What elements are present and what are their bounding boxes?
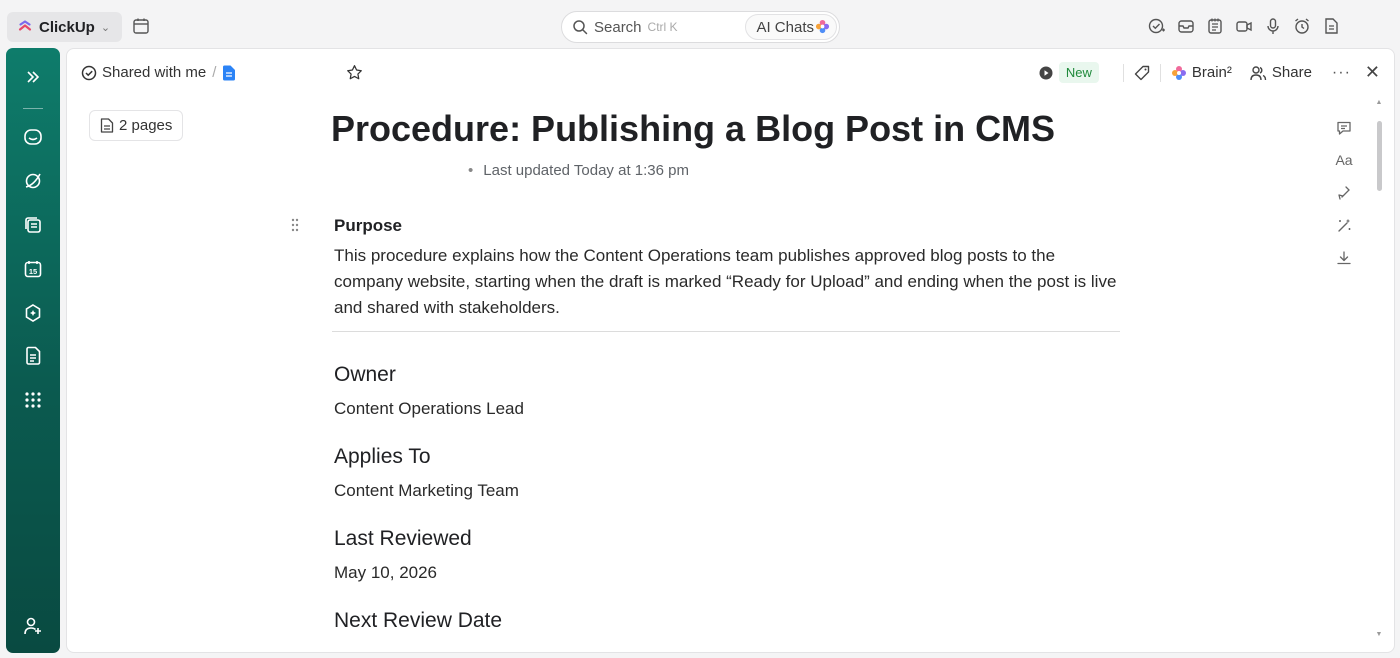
ai-sparkle-icon <box>815 19 830 34</box>
purpose-heading[interactable]: Purpose <box>334 216 402 236</box>
more-options-icon[interactable]: ··· <box>1332 64 1351 82</box>
last-updated-text: Last updated Today at 1:36 pm <box>483 162 689 179</box>
relate-arrows-icon[interactable] <box>1334 183 1354 203</box>
scrollbar-thumb[interactable] <box>1377 121 1382 191</box>
scroll-down-arrow-icon[interactable]: ▼ <box>1375 631 1383 638</box>
inbox-tray-icon[interactable] <box>1177 17 1195 35</box>
last-reviewed-value[interactable]: May 10, 2026 <box>334 563 437 583</box>
section-divider <box>332 331 1120 332</box>
next-review-heading[interactable]: Next Review Date <box>334 609 502 633</box>
breadcrumb-separator: / <box>212 64 217 81</box>
last-reviewed-heading[interactable]: Last Reviewed <box>334 527 472 551</box>
star-favorite-icon[interactable] <box>346 64 363 81</box>
document-icon[interactable] <box>1322 17 1340 35</box>
font-style-icon[interactable]: Aa <box>1334 150 1354 170</box>
calendar-15-icon[interactable]: 15 <box>21 257 45 281</box>
header-divider <box>1122 63 1124 82</box>
left-rail: 15 <box>6 48 60 653</box>
brain-button[interactable]: Brain² <box>1171 64 1232 81</box>
docs-hub-icon[interactable] <box>21 213 45 237</box>
breadcrumb-shared-with-me[interactable]: Shared with me <box>102 64 206 81</box>
doc-title[interactable]: Procedure: Publishing a Blog Post in CMS <box>331 108 1055 150</box>
drag-handle-icon[interactable] <box>290 218 300 232</box>
applies-to-value[interactable]: Content Marketing Team <box>334 481 519 501</box>
share-people-icon <box>1250 65 1267 80</box>
ai-brain-icon[interactable] <box>21 301 45 325</box>
docs-icon[interactable] <box>21 344 45 368</box>
workspace-switcher[interactable]: ClickUp ⌄ <box>7 12 122 42</box>
rail-divider <box>23 108 43 109</box>
magic-wand-icon[interactable] <box>1334 216 1354 236</box>
document-panel: Shared with me / New Brain² Share ··· ✕ … <box>66 48 1395 653</box>
close-icon[interactable]: ✕ <box>1365 62 1380 83</box>
check-circle-icon <box>81 65 97 80</box>
pages-button[interactable]: 2 pages <box>89 110 184 141</box>
search-shortcut: Ctrl K <box>647 20 678 34</box>
comment-icon[interactable] <box>1334 118 1354 138</box>
video-record-icon[interactable] <box>1235 17 1253 35</box>
new-status[interactable]: New <box>1039 62 1099 83</box>
task-check-icon[interactable] <box>1148 17 1166 35</box>
brain-label: Brain² <box>1191 64 1232 81</box>
ai-chats-label: AI Chats <box>756 18 814 36</box>
notepad-icon[interactable] <box>1206 17 1224 35</box>
owner-heading[interactable]: Owner <box>334 363 396 387</box>
share-label: Share <box>1271 64 1312 81</box>
apps-grid-icon[interactable] <box>21 388 45 412</box>
clickup-logo-icon <box>18 20 32 31</box>
chevron-down-icon: ⌄ <box>100 21 111 34</box>
breadcrumb: Shared with me / <box>81 64 363 81</box>
bullet-dot: • <box>468 162 474 179</box>
calendar-icon[interactable] <box>132 17 150 35</box>
planner-icon[interactable] <box>21 169 45 193</box>
expand-sidebar-icon[interactable] <box>21 65 45 89</box>
header-actions: New Brain² Share ··· ✕ <box>1039 62 1380 83</box>
download-icon[interactable] <box>1334 248 1354 268</box>
play-circle-icon <box>1039 66 1053 79</box>
ai-chats-button[interactable]: AI Chats <box>745 14 837 40</box>
svg-text:15: 15 <box>29 267 37 276</box>
brain-sparkle-icon <box>1171 65 1186 80</box>
document-header: Shared with me / New Brain² Share ··· ✕ <box>67 49 1394 99</box>
last-updated: • Last updated Today at 1:36 pm <box>468 162 689 179</box>
new-badge: New <box>1058 62 1099 83</box>
share-button[interactable]: Share <box>1250 64 1312 81</box>
workspace-name: ClickUp <box>39 18 95 36</box>
home-inbox-icon[interactable] <box>21 125 45 149</box>
scrollbar[interactable]: ▲ ▼ <box>1375 99 1383 643</box>
top-tools <box>1148 17 1340 35</box>
search-bar[interactable]: Search Ctrl K AI Chats <box>561 11 840 43</box>
scroll-up-arrow-icon[interactable]: ▲ <box>1375 99 1383 106</box>
search-icon <box>573 20 588 35</box>
pages-count: 2 pages <box>119 117 173 134</box>
alarm-clock-icon[interactable] <box>1293 17 1311 35</box>
header-divider <box>1159 63 1161 82</box>
applies-to-heading[interactable]: Applies To <box>334 445 431 469</box>
invite-user-icon[interactable] <box>21 614 45 638</box>
search-label: Search <box>594 18 642 36</box>
microphone-icon[interactable] <box>1264 17 1282 35</box>
page-icon <box>100 118 114 133</box>
document-body: 2 pages Procedure: Publishing a Blog Pos… <box>76 98 1385 646</box>
purpose-paragraph[interactable]: This procedure explains how the Content … <box>334 243 1124 321</box>
breadcrumb-doc-name-redacted[interactable] <box>242 66 340 80</box>
owner-value[interactable]: Content Operations Lead <box>334 399 524 419</box>
tag-icon[interactable] <box>1134 65 1150 81</box>
doc-file-icon <box>223 65 236 80</box>
top-bar: ClickUp ⌄ Search Ctrl K AI Chats <box>0 0 1400 52</box>
